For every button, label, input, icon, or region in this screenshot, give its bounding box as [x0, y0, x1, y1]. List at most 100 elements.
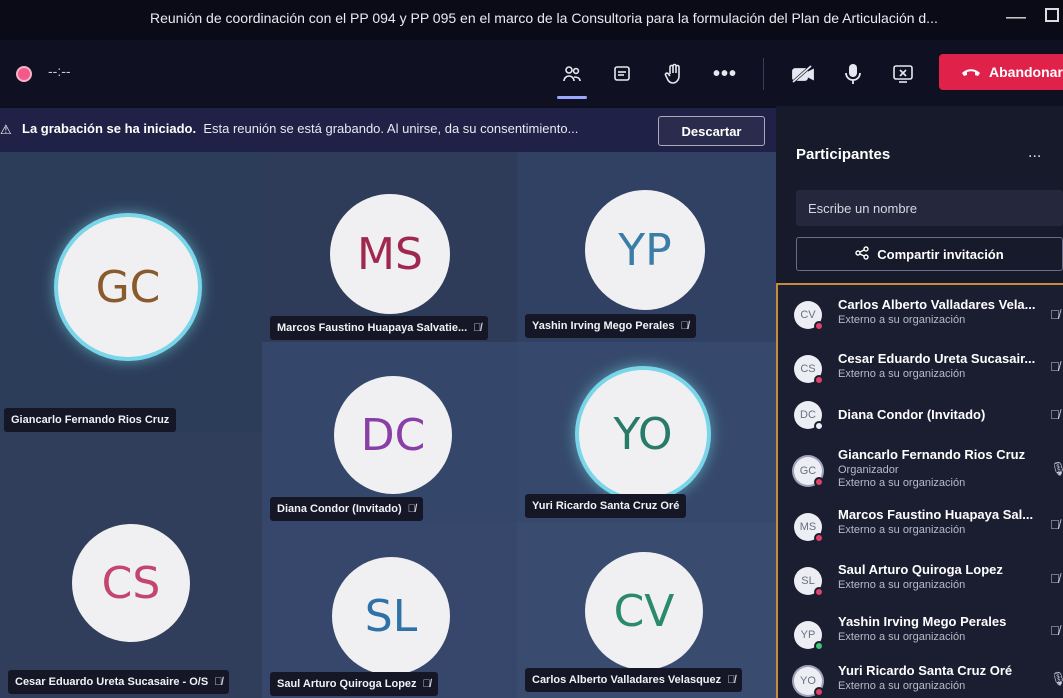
- maximize-button[interactable]: [1045, 8, 1059, 22]
- participant-name: Carlos Alberto Valladares Vela...: [838, 297, 1036, 312]
- mic-off-icon: 🎙̸: [1050, 623, 1060, 638]
- avatar: MS: [794, 513, 824, 543]
- mic-off-icon: 🎙̸: [1050, 571, 1060, 586]
- video-tile[interactable]: DC Diana Condor (Invitado) 🎙̸: [262, 342, 517, 522]
- toolbar-divider: [763, 58, 764, 90]
- panel-title: Participantes: [796, 146, 891, 163]
- participant-name: Giancarlo Fernando Rios Cruz: [838, 447, 1026, 462]
- list-item[interactable]: DC Diana Condor (Invitado) 🎙̸: [778, 397, 1063, 433]
- avatar: CS: [794, 355, 824, 385]
- avatar-initials: CV: [800, 309, 816, 321]
- mic-icon[interactable]: [838, 60, 868, 88]
- list-item[interactable]: MS Marcos Faustino Huapaya Sal... Extern…: [778, 503, 1063, 547]
- participant-name-tag: Yuri Ricardo Santa Cruz Oré: [525, 494, 687, 518]
- mic-off-icon: 🎙̸: [727, 674, 736, 686]
- search-input[interactable]: [796, 190, 1063, 226]
- avatar: CV: [794, 301, 824, 331]
- people-tab-indicator: [557, 96, 587, 99]
- avatar-initials: CS: [101, 557, 161, 609]
- minimize-button[interactable]: —: [1006, 6, 1026, 29]
- chat-icon[interactable]: [607, 60, 637, 88]
- discard-button[interactable]: Descartar: [658, 116, 765, 146]
- list-item[interactable]: GC Giancarlo Fernando Rios Cruz Organiza…: [778, 443, 1063, 497]
- mic-off-icon: 🎙̸: [473, 322, 482, 334]
- video-tile[interactable]: CS Cesar Eduardo Ureta Sucasaire - O/S 🎙̸: [0, 432, 262, 698]
- avatar: YP: [794, 621, 824, 651]
- recording-indicator-icon: [16, 66, 32, 82]
- participant-name: Cesar Eduardo Ureta Sucasair...: [838, 351, 1036, 366]
- list-item[interactable]: SL Saul Arturo Quiroga Lopez Externo a s…: [778, 557, 1063, 601]
- participant-name: Yashin Irving Mego Perales: [532, 320, 675, 332]
- participant-org: Externo a su organización: [838, 477, 966, 489]
- people-icon[interactable]: [557, 60, 587, 88]
- banner-body-text: Esta reunión se está grabando. Al unirse…: [203, 121, 579, 136]
- avatar: DC: [794, 401, 824, 431]
- participant-role: Organizador: [838, 464, 899, 476]
- video-tile[interactable]: YO Yuri Ricardo Santa Cruz Oré: [517, 342, 776, 522]
- participant-name: Carlos Alberto Valladares Velasquez: [532, 674, 722, 686]
- participant-name: Yashin Irving Mego Perales: [838, 614, 1007, 629]
- avatar: CS: [72, 524, 190, 642]
- participant-name: Yuri Ricardo Santa Cruz Oré: [532, 500, 680, 512]
- participant-role: Externo a su organización: [838, 631, 966, 643]
- video-tile[interactable]: YP Yashin Irving Mego Perales 🎙̸: [517, 152, 776, 342]
- teams-meeting-window: Reunión de coordinación con el PP 094 y …: [0, 0, 1063, 698]
- avatar: SL: [332, 557, 450, 675]
- avatar-initials: SL: [364, 590, 418, 642]
- list-item[interactable]: CV Carlos Alberto Valladares Vela... Ext…: [778, 293, 1063, 337]
- video-grid: GC Giancarlo Fernando Rios Cruz MS Marco…: [0, 152, 776, 698]
- avatar-initials: MS: [357, 228, 423, 280]
- raise-hand-icon[interactable]: [659, 60, 689, 88]
- camera-off-icon[interactable]: [788, 60, 818, 88]
- window-title: Reunión de coordinación con el PP 094 y …: [150, 10, 938, 26]
- list-item[interactable]: YP Yashin Irving Mego Perales Externo a …: [778, 609, 1063, 653]
- avatar-initials: GC: [799, 465, 817, 477]
- avatar: DC: [334, 376, 452, 494]
- participant-name-tag: Saul Arturo Quiroga Lopez 🎙̸: [270, 672, 438, 696]
- avatar: YO: [794, 667, 824, 697]
- video-tile[interactable]: MS Marcos Faustino Huapaya Salvatie... 🎙̸: [262, 152, 517, 342]
- share-invite-label: Compartir invitación: [877, 246, 1004, 262]
- video-tile[interactable]: CV Carlos Alberto Valladares Velasquez 🎙̸: [517, 522, 776, 698]
- video-tile[interactable]: GC Giancarlo Fernando Rios Cruz: [0, 152, 262, 432]
- mic-off-icon: 🎙̸: [1050, 359, 1060, 374]
- status-indicator-icon: [814, 477, 824, 487]
- participant-name: Saul Arturo Quiroga Lopez: [838, 562, 1003, 577]
- leave-label: Abandonar: [989, 64, 1063, 80]
- leave-button[interactable]: Abandonar: [939, 54, 1063, 90]
- avatar: YP: [585, 190, 705, 310]
- banner-message: La grabación se ha iniciado. Esta reunió…: [22, 121, 578, 136]
- participant-list: CV Carlos Alberto Valladares Vela... Ext…: [776, 283, 1063, 698]
- participant-role: Externo a su organización: [838, 680, 966, 692]
- participant-name-tag: Giancarlo Fernando Rios Cruz: [4, 408, 177, 432]
- list-item[interactable]: CS Cesar Eduardo Ureta Sucasair... Exter…: [778, 345, 1063, 389]
- status-indicator-icon: [814, 533, 824, 543]
- avatar-initials: CV: [613, 585, 675, 637]
- avatar-initials: YP: [800, 629, 816, 641]
- participant-role: Externo a su organización: [838, 579, 966, 591]
- status-indicator-icon: [814, 321, 824, 331]
- avatar: YO: [579, 370, 707, 498]
- warning-icon: ⚠: [0, 122, 12, 137]
- mic-off-icon: 🎙̸: [1050, 307, 1060, 322]
- participant-role: Externo a su organización: [838, 524, 966, 536]
- mic-off-icon: 🎙̸: [214, 676, 223, 688]
- avatar-initials: GC: [95, 261, 161, 313]
- share-screen-icon[interactable]: [888, 60, 918, 88]
- share-invite-button[interactable]: Compartir invitación: [796, 237, 1063, 271]
- participant-name: Marcos Faustino Huapaya Sal...: [838, 507, 1034, 522]
- hang-up-icon: [961, 64, 981, 80]
- participant-name: Diana Condor (Invitado): [838, 407, 986, 422]
- status-indicator-icon: [814, 687, 824, 697]
- avatar: CV: [585, 552, 703, 670]
- avatar: SL: [794, 567, 824, 597]
- avatar-initials: CS: [800, 363, 816, 375]
- more-icon[interactable]: •••: [710, 60, 740, 88]
- participant-name: Yuri Ricardo Santa Cruz Oré: [838, 663, 1013, 678]
- avatar-initials: SL: [801, 575, 815, 587]
- more-options-icon[interactable]: ...: [1028, 144, 1041, 162]
- video-tile[interactable]: SL Saul Arturo Quiroga Lopez 🎙̸: [262, 522, 517, 698]
- participant-name: Cesar Eduardo Ureta Sucasaire - O/S: [15, 676, 209, 688]
- list-item[interactable]: YO Yuri Ricardo Santa Cruz Oré Externo a…: [778, 659, 1063, 698]
- avatar-initials: MS: [799, 521, 817, 533]
